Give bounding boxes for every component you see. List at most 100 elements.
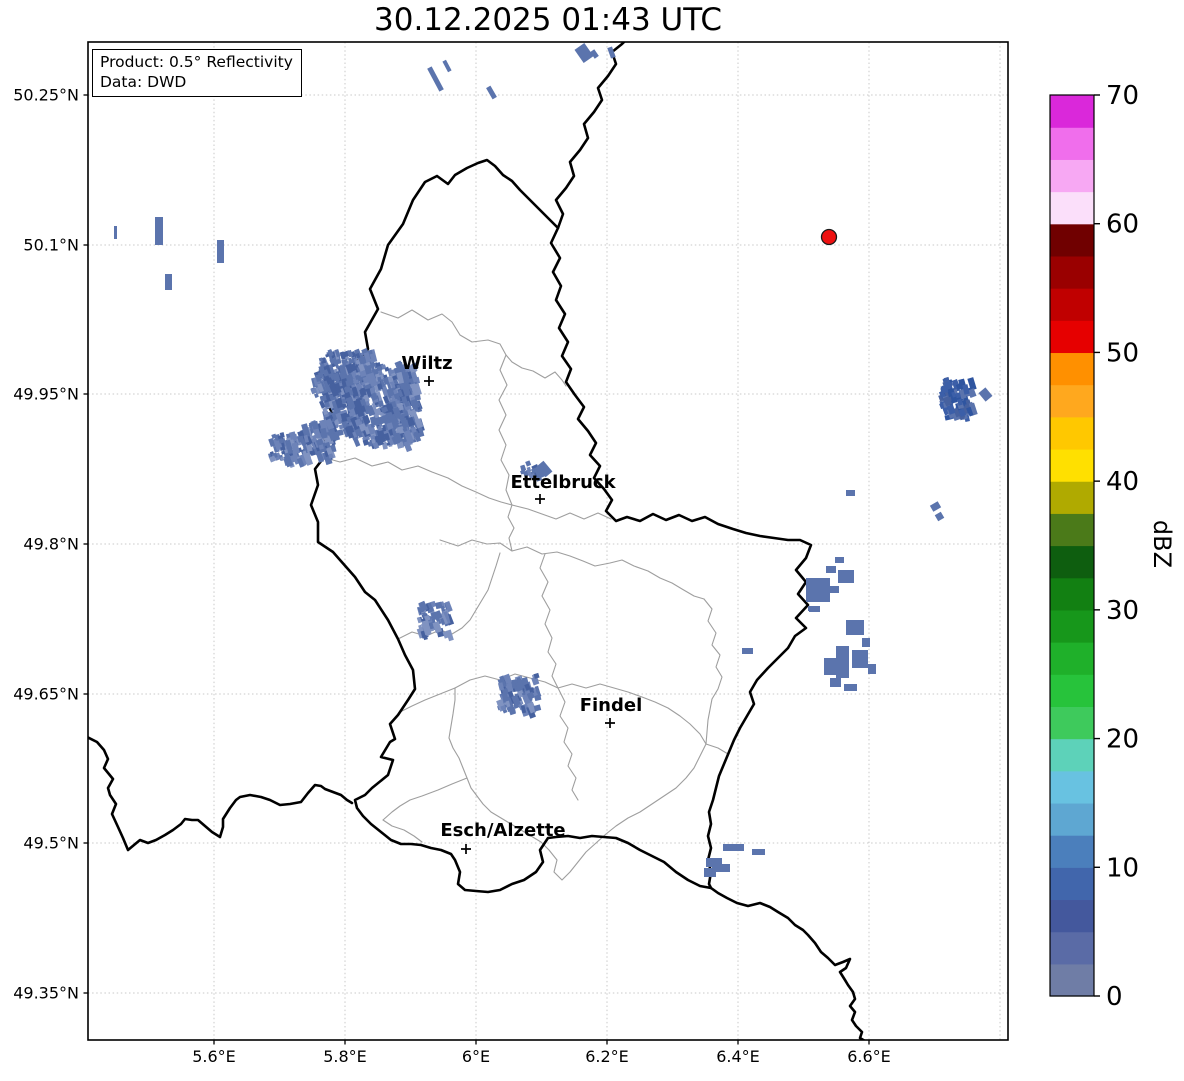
radar-echo-dash — [165, 274, 172, 290]
colorbar-segment — [1050, 609, 1094, 643]
city-marker-cross — [461, 844, 471, 854]
colorbar-segment — [1050, 481, 1094, 514]
radar-echo-block — [838, 570, 854, 583]
colorbar-segment — [1050, 706, 1094, 740]
colorbar-segment — [1050, 835, 1094, 868]
radar-echo-dash — [114, 226, 117, 239]
colorbar-segment — [1050, 738, 1094, 772]
map-layers: Wiltz Ettelbruck Findel Esch/Alzette — [88, 42, 1008, 1040]
colorbar-tick-label: 0 — [1106, 982, 1123, 1012]
radar-echo-block — [824, 658, 839, 675]
product-info-line: Product: 0.5° Reflectivity — [100, 53, 293, 71]
city-label: Wiltz — [401, 353, 452, 374]
colorbar-unit-label: dBZ — [1148, 519, 1177, 569]
y-tick-label: 50.25°N — [13, 86, 79, 105]
radar-echo-dash — [427, 66, 444, 92]
data-source-line: Data: DWD — [100, 73, 187, 92]
y-tick-label: 50.1°N — [23, 236, 79, 255]
colorbar-segment — [1050, 899, 1094, 933]
x-tick-label: 6.4°E — [716, 1047, 760, 1066]
country-border-path — [88, 736, 354, 852]
radar-echo-dash — [486, 85, 497, 100]
radar-echo-dash — [155, 217, 163, 245]
radar-echo-dash — [929, 501, 942, 512]
radar-echo-dash — [934, 511, 945, 522]
city-label: Ettelbruck — [510, 472, 616, 493]
colorbar-segment — [1050, 320, 1094, 354]
colorbar-segment — [1050, 513, 1094, 547]
y-tick-label: 49.95°N — [13, 385, 79, 404]
y-tick-label: 49.5°N — [23, 834, 79, 853]
radar-echo-dash — [217, 240, 224, 263]
country-border-path — [709, 886, 866, 1040]
radar-echo-block — [846, 620, 864, 635]
colorbar-segment — [1050, 352, 1094, 386]
colorbar-segment — [1050, 674, 1094, 707]
weather-radar-figure: 30.12.2025 01:43 UTC Wiltz Ettelbruck Find… — [0, 0, 1184, 1081]
canton-border-path — [382, 777, 468, 821]
radar-echo-dash — [742, 648, 753, 654]
colorbar-segment — [1050, 802, 1094, 836]
colorbar-segment — [1050, 95, 1094, 128]
city-marker-cross — [535, 494, 545, 504]
x-tick-label: 5.8°E — [323, 1047, 367, 1066]
city-marker-cross — [424, 376, 434, 386]
colorbar-segment — [1050, 191, 1094, 225]
radar-echo-dash — [752, 849, 765, 855]
radar-echo-block — [844, 684, 857, 691]
radar-echo-dash — [442, 59, 452, 73]
country-border-path — [309, 158, 813, 894]
radar-echo-dash — [723, 844, 744, 851]
y-tick-label: 49.8°N — [23, 535, 79, 554]
colorbar-segment — [1050, 127, 1094, 160]
y-tick-label: 49.35°N — [13, 984, 79, 1003]
radar-echo-dash — [574, 43, 594, 63]
radar-echo-block — [862, 638, 870, 647]
colorbar-tick-label: 30 — [1106, 596, 1139, 626]
radar-echo-block — [704, 868, 716, 877]
canton-border-path — [539, 553, 559, 689]
radar-echo-dash — [809, 607, 820, 612]
radar-map-canvas: Wiltz Ettelbruck Findel Esch/Alzette 5.6°E 5.… — [13, 41, 1139, 1066]
canton-border-path — [703, 598, 723, 745]
y-tick-label: 49.65°N — [13, 685, 79, 704]
product-info-box: Product: 0.5° Reflectivity Data: DWD — [92, 49, 302, 97]
canton-border-path — [448, 673, 707, 881]
colorbar-segment — [1050, 545, 1094, 579]
colorbar-segment — [1050, 159, 1094, 193]
colorbar-segment — [1050, 963, 1094, 997]
x-tick-label: 5.6°E — [192, 1047, 236, 1066]
country-border-path — [554, 42, 626, 230]
colorbar-tick-label: 10 — [1106, 853, 1139, 883]
canton-border-path — [557, 687, 579, 801]
colorbar-segment — [1050, 288, 1094, 321]
colorbar-segment — [1050, 770, 1094, 804]
x-tick-label: 6.2°E — [585, 1047, 629, 1066]
radar-echo-dash — [835, 557, 844, 563]
radar-echo-block — [826, 566, 836, 573]
city-label: Findel — [580, 695, 643, 716]
colorbar-tick-label: 50 — [1106, 338, 1139, 368]
colorbar-segment — [1050, 384, 1094, 418]
x-tick-label: 6.6°E — [847, 1047, 891, 1066]
canton-border-path — [397, 552, 501, 640]
colorbar-segment — [1050, 931, 1094, 965]
canton-border-path — [439, 539, 705, 600]
radar-echo-pixel — [435, 601, 443, 610]
radar-echo-dash — [846, 490, 855, 496]
colorbar-segment — [1050, 448, 1094, 482]
radar-echo-dash — [978, 387, 993, 402]
colorbar-segment — [1050, 642, 1094, 675]
colorbar-segment — [1050, 577, 1094, 611]
colorbar-tick-label: 20 — [1106, 725, 1139, 755]
radar-echo-block — [868, 664, 876, 674]
colorbar-tick-label: 40 — [1106, 467, 1139, 497]
radar-echo-pixel — [352, 437, 361, 448]
radar-echo-pixel — [525, 460, 532, 467]
colorbar-segment — [1050, 255, 1094, 289]
radar-echo-block — [830, 678, 841, 687]
radar-echo-block — [806, 578, 830, 602]
radar-echo-block — [830, 586, 839, 593]
colorbar-segment — [1050, 867, 1094, 901]
city-label: Esch/Alzette — [440, 820, 565, 841]
